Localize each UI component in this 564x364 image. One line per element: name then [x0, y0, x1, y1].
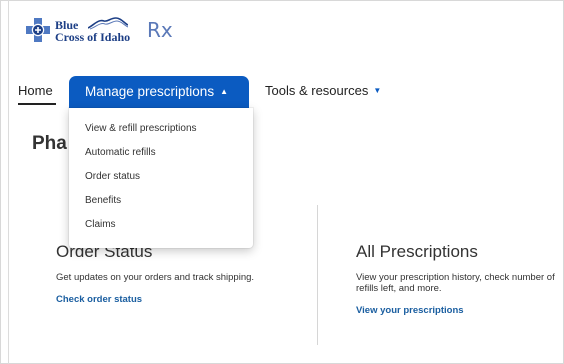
caret-up-icon: ▲ [220, 87, 228, 96]
left-border-line [8, 0, 9, 364]
order-status-desc: Get updates on your orders and track shi… [56, 272, 255, 283]
menu-item-automatic-refills[interactable]: Automatic refills [69, 145, 253, 169]
blue-cross-shield-icon [26, 18, 50, 42]
caret-down-icon: ▼ [373, 86, 382, 95]
bcidaho-rx-logo[interactable]: Blue Cross of Idaho Rx [26, 14, 176, 48]
card-divider [317, 205, 318, 345]
menu-item-claims[interactable]: Claims [69, 217, 253, 241]
logo-text-cross-of-idaho: Cross of Idaho [55, 30, 131, 44]
nav-tools-resources[interactable]: Tools & resources ▼ [265, 83, 381, 98]
page-title: Pha [32, 133, 67, 154]
nav-home[interactable]: Home [18, 83, 53, 98]
nav-tools-label: Tools & resources [265, 83, 369, 98]
check-order-status-link[interactable]: Check order status [56, 294, 142, 305]
manage-prescriptions-dropdown: View & refill prescriptions Automatic re… [69, 108, 253, 248]
main-nav: Home Manage prescriptions ▲ Tools & resou… [0, 76, 564, 108]
menu-item-view-refill[interactable]: View & refill prescriptions [69, 121, 253, 145]
menu-item-benefits[interactable]: Benefits [69, 193, 253, 217]
menu-item-order-status[interactable]: Order status [69, 169, 253, 193]
nav-home-underline [18, 103, 56, 105]
logo-rx: Rx [147, 18, 173, 42]
all-prescriptions-desc: View your prescription history, check nu… [356, 272, 555, 294]
view-prescriptions-link[interactable]: View your prescriptions [356, 305, 464, 316]
order-status-card: Order Status Get updates on your orders … [56, 242, 266, 307]
mountain-icon [88, 17, 128, 30]
all-prescriptions-title: All Prescriptions [356, 242, 478, 261]
nav-manage-label: Manage prescriptions [85, 84, 215, 99]
nav-manage-prescriptions[interactable]: Manage prescriptions ▲ [69, 76, 249, 108]
all-prescriptions-card: All Prescriptions View your prescription… [356, 242, 556, 318]
